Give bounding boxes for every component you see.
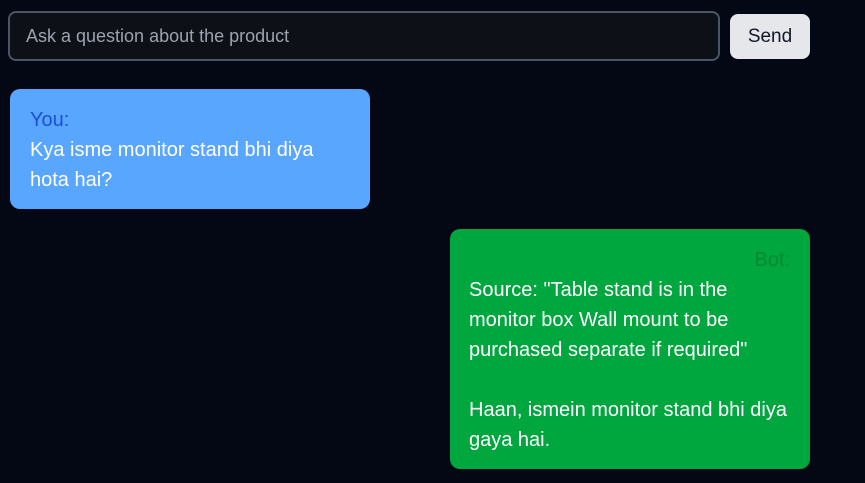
bot-message-bubble: Bot: Source: "Table stand is in the moni… [450,229,810,469]
question-input[interactable] [8,11,720,61]
user-speaker-label: You: [30,109,70,131]
send-button[interactable]: Send [730,14,810,59]
user-message-text: Kya isme monitor stand bhi diya hota hai… [30,139,314,191]
bot-source-text: Source: "Table stand is in the monitor b… [469,279,748,361]
bot-message-spacer [469,365,790,395]
bot-answer-text: Haan, ismein monitor stand bhi diya gaya… [469,399,787,451]
chat-input-bar: Send [8,11,810,61]
bot-speaker-label: Bot: [754,249,790,271]
user-message-bubble: You: Kya isme monitor stand bhi diya hot… [10,89,370,209]
